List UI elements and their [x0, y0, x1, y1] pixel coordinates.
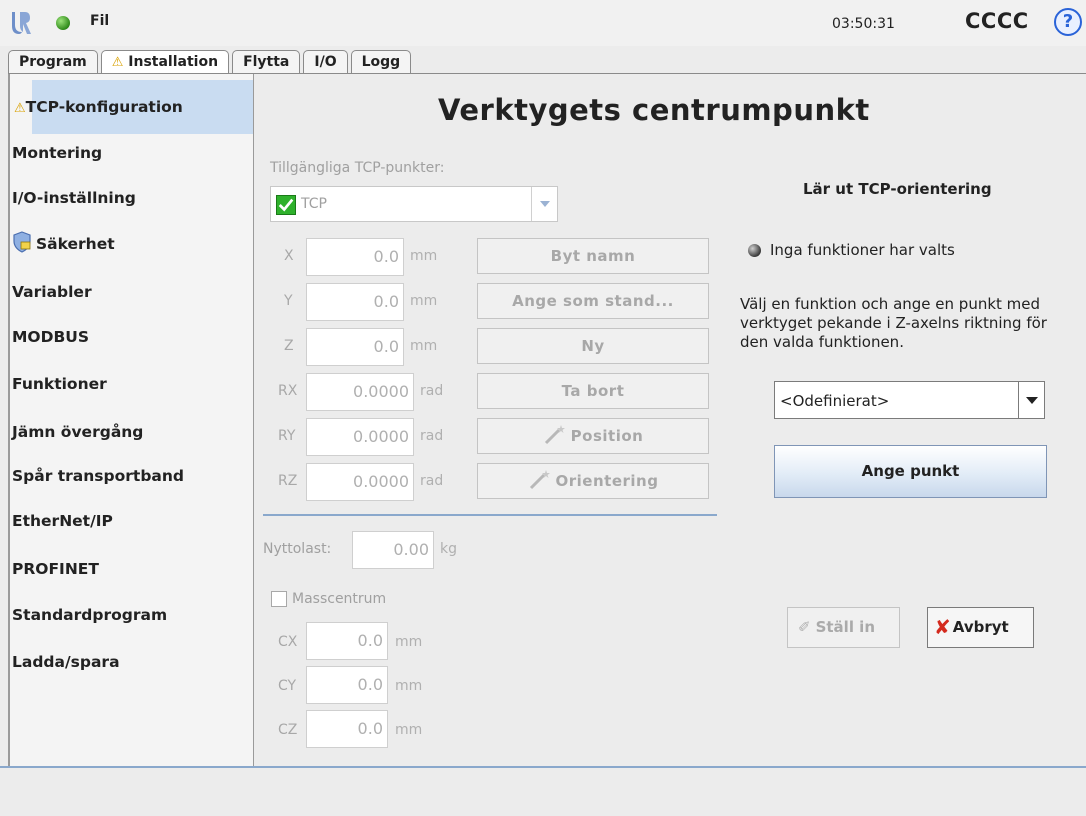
y-field[interactable]: 0.0 — [306, 283, 404, 321]
sidebar-item-profinet[interactable]: PROFINET — [12, 554, 99, 584]
sidebar: ⚠TCP-konfiguration Montering I/O-inställ… — [8, 74, 254, 766]
payload-field[interactable]: 0.00 — [352, 531, 434, 569]
safety-shield-icon — [13, 231, 31, 253]
axis-label-y: Y — [284, 293, 293, 309]
axis-label-cx: CX — [278, 634, 298, 650]
tcp-select-value: TCP — [301, 196, 327, 212]
cz-unit: mm — [395, 722, 423, 738]
pencil-icon: ✐ — [798, 618, 811, 636]
sidebar-item-features[interactable]: Funktioner — [12, 369, 107, 399]
footer-bar — [0, 768, 1086, 816]
cy-unit: mm — [395, 678, 423, 694]
tcp-select[interactable]: TCP — [270, 186, 558, 222]
rz-unit: rad — [420, 473, 444, 489]
sidebar-item-variables[interactable]: Variabler — [12, 277, 92, 307]
file-menu[interactable]: Fil — [90, 13, 109, 29]
remove-button[interactable]: Ta bort — [477, 373, 709, 409]
x-field[interactable]: 0.0 — [306, 238, 404, 276]
tab-log[interactable]: Logg — [350, 50, 412, 74]
ur-logo-icon — [12, 12, 31, 34]
feature-select-value: <Odefinierat> — [780, 392, 890, 410]
sidebar-item-conveyor-tracking[interactable]: Spår transportband — [12, 461, 184, 491]
sidebar-item-smooth-transition[interactable]: Jämn övergång — [12, 417, 143, 447]
help-icon[interactable]: ? — [1054, 8, 1082, 36]
sidebar-item-mounting[interactable]: Montering — [12, 138, 102, 168]
sidebar-item-modbus[interactable]: MODBUS — [12, 322, 89, 352]
chevron-down-icon[interactable] — [1018, 382, 1044, 418]
apply-button[interactable]: ✐ Ställ in — [787, 607, 900, 648]
sidebar-item-load-save[interactable]: Ladda/spara — [12, 647, 120, 677]
clock: 03:50:31 — [832, 16, 895, 32]
cancel-button[interactable]: ✘ Avbryt — [927, 607, 1034, 648]
payload-unit: kg — [440, 541, 457, 557]
cy-field[interactable]: 0.0 — [306, 666, 388, 704]
tab-move[interactable]: Flytta — [232, 50, 301, 74]
robot-name: CCCC — [965, 9, 1029, 33]
magic-wand-icon — [529, 470, 550, 490]
ry-unit: rad — [420, 428, 444, 444]
cx-unit: mm — [395, 634, 423, 650]
section-divider — [263, 514, 717, 516]
top-bar: Fil 03:50:31 CCCC ? — [0, 0, 1086, 46]
payload-label: Nyttolast: — [263, 541, 332, 557]
orientation-button[interactable]: Orientering — [477, 463, 709, 499]
axis-label-rz: RZ — [278, 473, 298, 489]
axis-label-x: X — [284, 248, 294, 264]
teach-orientation-title: Lär ut TCP-orientering — [803, 180, 992, 198]
new-button[interactable]: Ny — [477, 328, 709, 364]
chevron-down-icon[interactable] — [531, 187, 557, 221]
x-unit: mm — [410, 248, 438, 264]
y-unit: mm — [410, 293, 438, 309]
main-tabs: Program ⚠ Installation Flytta I/O Logg — [8, 50, 414, 74]
status-led-icon — [748, 244, 761, 257]
page-title: Verktygets centrumpunkt — [438, 93, 870, 127]
close-icon: ✘ — [934, 615, 951, 639]
tab-program[interactable]: Program — [8, 50, 98, 74]
set-point-button[interactable]: Ange punkt — [774, 445, 1047, 498]
set-default-button[interactable]: Ange som stand... — [477, 283, 709, 319]
available-tcp-label: Tillgängliga TCP-punkter: — [270, 160, 445, 176]
rz-field[interactable]: 0.0000 — [306, 463, 414, 501]
rename-button[interactable]: Byt namn — [477, 238, 709, 274]
cz-field[interactable]: 0.0 — [306, 710, 388, 748]
axis-label-z: Z — [284, 338, 294, 354]
z-unit: mm — [410, 338, 438, 354]
rx-field[interactable]: 0.0000 — [306, 373, 414, 411]
mass-center-checkbox[interactable] — [271, 591, 287, 607]
check-icon — [276, 195, 296, 215]
sidebar-item-io-setup[interactable]: I/O-inställning — [12, 183, 136, 213]
sidebar-item-default-program[interactable]: Standardprogram — [12, 600, 167, 630]
axis-label-rx: RX — [278, 383, 298, 399]
magic-wand-icon — [544, 425, 565, 445]
tab-installation[interactable]: ⚠ Installation — [100, 50, 230, 74]
tab-io[interactable]: I/O — [303, 50, 348, 74]
sidebar-item-ethernet-ip[interactable]: EtherNet/IP — [12, 506, 113, 536]
ry-field[interactable]: 0.0000 — [306, 418, 414, 456]
teach-instruction: Välj en funktion och ange en punkt med v… — [740, 295, 1047, 351]
axis-label-cz: CZ — [278, 722, 298, 738]
z-field[interactable]: 0.0 — [306, 328, 404, 366]
rx-unit: rad — [420, 383, 444, 399]
robot-status-icon — [56, 16, 70, 30]
warning-icon: ⚠ — [14, 101, 26, 116]
sidebar-item-tcp[interactable]: ⚠TCP-konfiguration — [10, 80, 253, 134]
mass-center-label: Masscentrum — [292, 591, 387, 607]
feature-select[interactable]: <Odefinierat> — [774, 381, 1045, 419]
axis-label-cy: CY — [278, 678, 297, 694]
sidebar-item-safety[interactable]: Säkerhet — [12, 229, 115, 259]
teach-status-text: Inga funktioner har valts — [770, 241, 955, 259]
position-button[interactable]: Position — [477, 418, 709, 454]
axis-label-ry: RY — [278, 428, 296, 444]
warning-icon: ⚠ — [111, 55, 124, 70]
cx-field[interactable]: 0.0 — [306, 622, 388, 660]
